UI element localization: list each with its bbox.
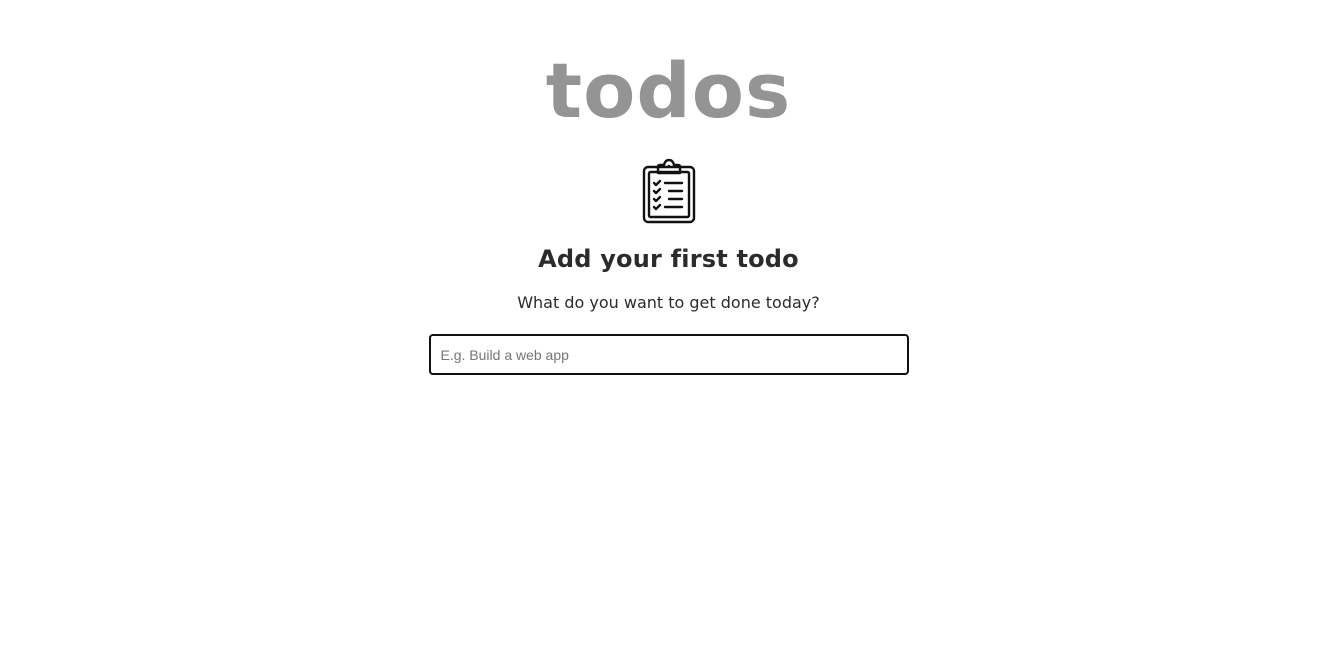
empty-state-heading: Add your first todo — [538, 245, 799, 273]
app-title: todos — [545, 46, 792, 135]
new-todo-input[interactable] — [428, 334, 909, 375]
todo-app: todos Add your first todo What do you wa… — [0, 0, 1337, 657]
empty-state-subtext: What do you want to get done today? — [517, 293, 820, 312]
clipboard-checklist-icon — [642, 158, 696, 224]
